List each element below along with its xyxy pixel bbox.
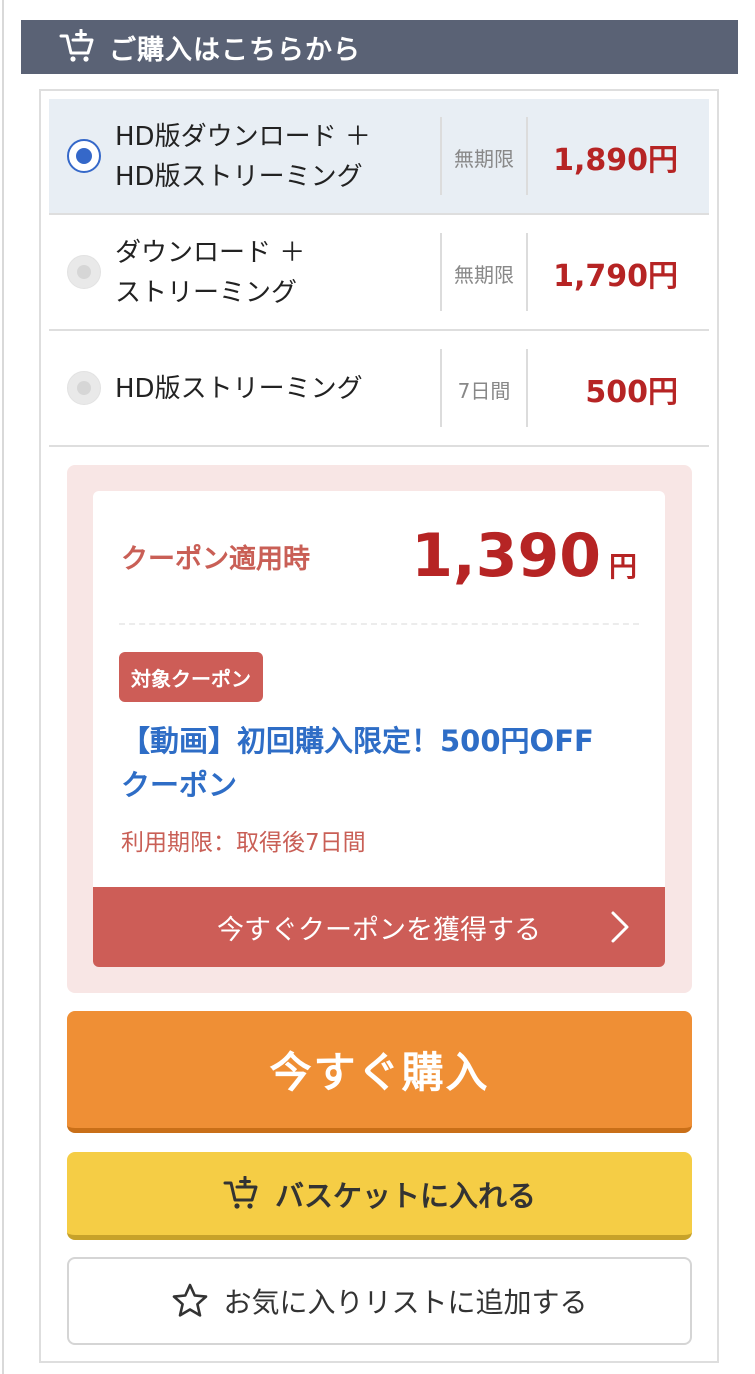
option-price: 500円 (585, 375, 678, 410)
option-radio-selected[interactable] (67, 139, 101, 173)
option-radio[interactable] (67, 371, 101, 405)
add-to-favorites-button[interactable]: お気に入りリストに追加する (67, 1257, 692, 1345)
left-divider (2, 0, 4, 1374)
option-name-line2: HD版ストリーミング (115, 162, 363, 192)
option-name-line2: ストリーミング (115, 278, 298, 308)
option-period: 無期限 (454, 146, 514, 171)
cart-plus-icon (223, 1175, 258, 1209)
add-to-basket-button[interactable]: バスケットに入れる (67, 1152, 692, 1240)
purchase-page: ご購入はこちらから HD版ダウンロード ＋ HD版ストリーミング 無期限 1,8… (0, 0, 755, 1374)
option-download-streaming[interactable]: ダウンロード ＋ ストリーミング 無期限 1,790円 (49, 215, 709, 331)
option-name-line1: HD版ダウンロード ＋ (115, 122, 371, 152)
option-hd-download-streaming[interactable]: HD版ダウンロード ＋ HD版ストリーミング 無期限 1,890円 (49, 99, 709, 215)
coupon-price-label: クーポン適用時 (121, 544, 310, 575)
star-outline-icon (173, 1283, 208, 1317)
coupon-name-line1[interactable]: 【動画】初回購入限定！500円OFF (121, 719, 641, 763)
option-period: 7日間 (457, 378, 511, 403)
option-period: 無期限 (454, 262, 514, 287)
add-to-basket-button-label: バスケットに入れる (274, 1178, 536, 1213)
coupon-card: クーポン適用時 1,390 円 対象クーポン 【動画】初回購入限定！500円OF… (93, 491, 665, 967)
option-radio[interactable] (67, 255, 101, 289)
get-coupon-button[interactable]: 今すぐクーポンを獲得する (93, 887, 665, 967)
coupon-price-currency: 円 (608, 550, 637, 583)
cart-plus-icon (59, 29, 94, 62)
coupon-name[interactable]: 【動画】初回購入限定！500円OFF クーポン (121, 719, 641, 807)
chevron-right-icon (611, 911, 629, 943)
option-hd-streaming[interactable]: HD版ストリーミング 7日間 500円 (49, 331, 709, 447)
option-name-line1: HD版ストリーミング (115, 374, 363, 404)
get-coupon-button-label: 今すぐクーポンを獲得する (217, 914, 541, 946)
coupon-dashed-divider (119, 623, 639, 625)
coupon-expiry: 利用期限：取得後7日間 (121, 830, 366, 856)
coupon-price-value: 1,390 (411, 521, 601, 591)
buy-now-button[interactable]: 今すぐ購入 (67, 1011, 692, 1133)
coupon-price: 1,390 円 (411, 521, 637, 591)
add-to-favorites-button-label: お気に入りリストに追加する (223, 1286, 588, 1319)
option-price: 1,890円 (553, 143, 678, 178)
option-price: 1,790円 (553, 259, 678, 294)
option-name: HD版ダウンロード ＋ HD版ストリーミング (115, 99, 435, 215)
buy-now-button-label: 今すぐ購入 (269, 1048, 490, 1097)
coupon-tag: 対象クーポン (119, 652, 263, 702)
option-name-line1: ダウンロード ＋ (115, 238, 306, 268)
option-name: HD版ストリーミング (115, 331, 435, 447)
purchase-header: ご購入はこちらから (21, 20, 738, 74)
option-name: ダウンロード ＋ ストリーミング (115, 215, 435, 331)
purchase-header-title: ご購入はこちらから (109, 34, 361, 66)
coupon-name-line2[interactable]: クーポン (121, 763, 641, 807)
